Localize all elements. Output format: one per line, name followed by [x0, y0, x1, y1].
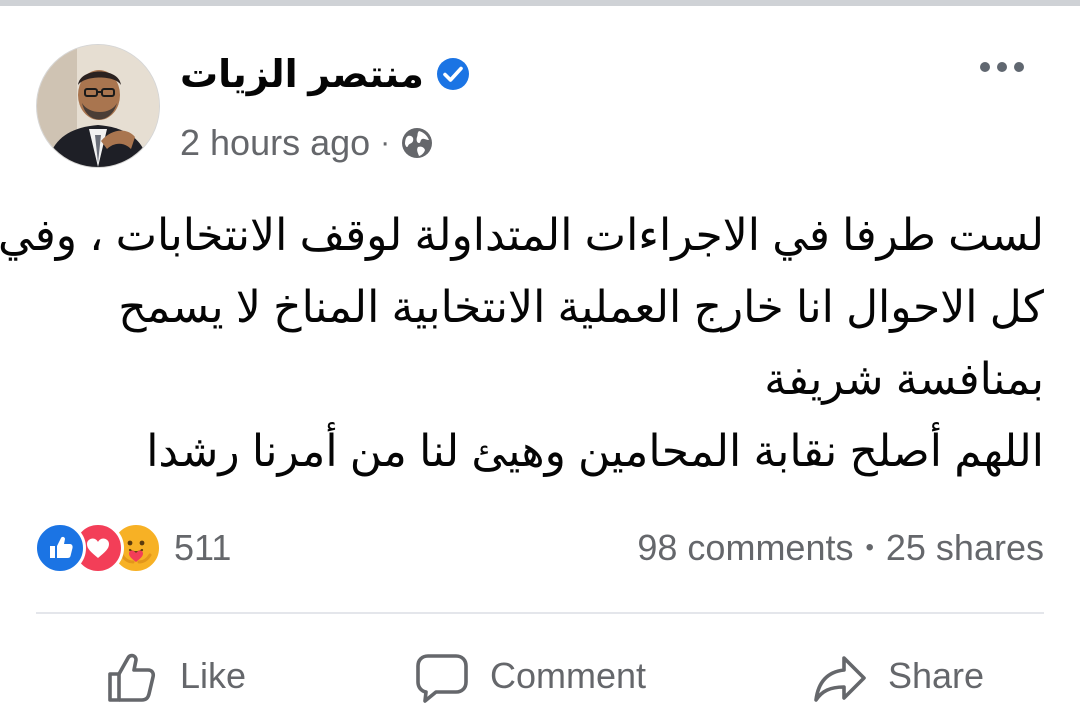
- globe-icon[interactable]: [400, 126, 434, 160]
- post-text-line: بمنافسة شريفة: [764, 355, 1044, 404]
- top-divider-bar: [0, 0, 1080, 6]
- more-horizontal-icon: [980, 62, 990, 72]
- comment-bubble-icon: [416, 654, 468, 703]
- stats-separator: •: [865, 534, 874, 561]
- author-avatar[interactable]: [36, 44, 160, 168]
- engagement-stats: 98 comments • 25 shares: [637, 522, 1044, 574]
- meta-separator: ·: [380, 126, 391, 159]
- share-arrow-icon: [814, 656, 866, 702]
- avatar-photo: [37, 45, 159, 167]
- more-options-button[interactable]: [972, 54, 1032, 80]
- reaction-count[interactable]: 511: [174, 527, 231, 569]
- post-text-line: كل الاحوال انا خارج العملية الانتخابية ا…: [118, 283, 1044, 332]
- comment-label: Comment: [490, 655, 647, 696]
- like-button[interactable]: Like: [104, 646, 246, 706]
- like-label: Like: [180, 655, 247, 696]
- share-button[interactable]: Share: [812, 646, 984, 706]
- comment-button[interactable]: Comment: [414, 646, 646, 706]
- verified-badge-icon: [436, 58, 469, 90]
- like-reaction-icon: [34, 522, 86, 574]
- post-text-line: لست طرفا في الاجراءات المتداولة لوقف الا…: [0, 211, 1044, 260]
- more-horizontal-icon: [1014, 62, 1024, 72]
- author-name[interactable]: منتصر الزيات: [180, 52, 424, 97]
- comments-count[interactable]: 98 comments: [637, 527, 853, 569]
- post-timestamp[interactable]: 2 hours ago: [180, 122, 370, 164]
- post-meta: 2 hours ago ·: [180, 118, 434, 168]
- share-label: Share: [888, 655, 985, 696]
- post-text: لست طرفا في الاجراءات المتداولة لوقف الا…: [0, 200, 1044, 488]
- author-row: منتصر الزيات: [180, 46, 470, 102]
- more-horizontal-icon: [997, 62, 1007, 72]
- shares-count[interactable]: 25 shares: [886, 527, 1044, 569]
- actions-divider: [36, 612, 1044, 614]
- post-text-line: اللهم أصلح نقابة المحامين وهيئ لنا من أم…: [146, 427, 1044, 476]
- thumbs-up-icon: [108, 653, 156, 702]
- reactions-summary[interactable]: 511: [34, 522, 231, 574]
